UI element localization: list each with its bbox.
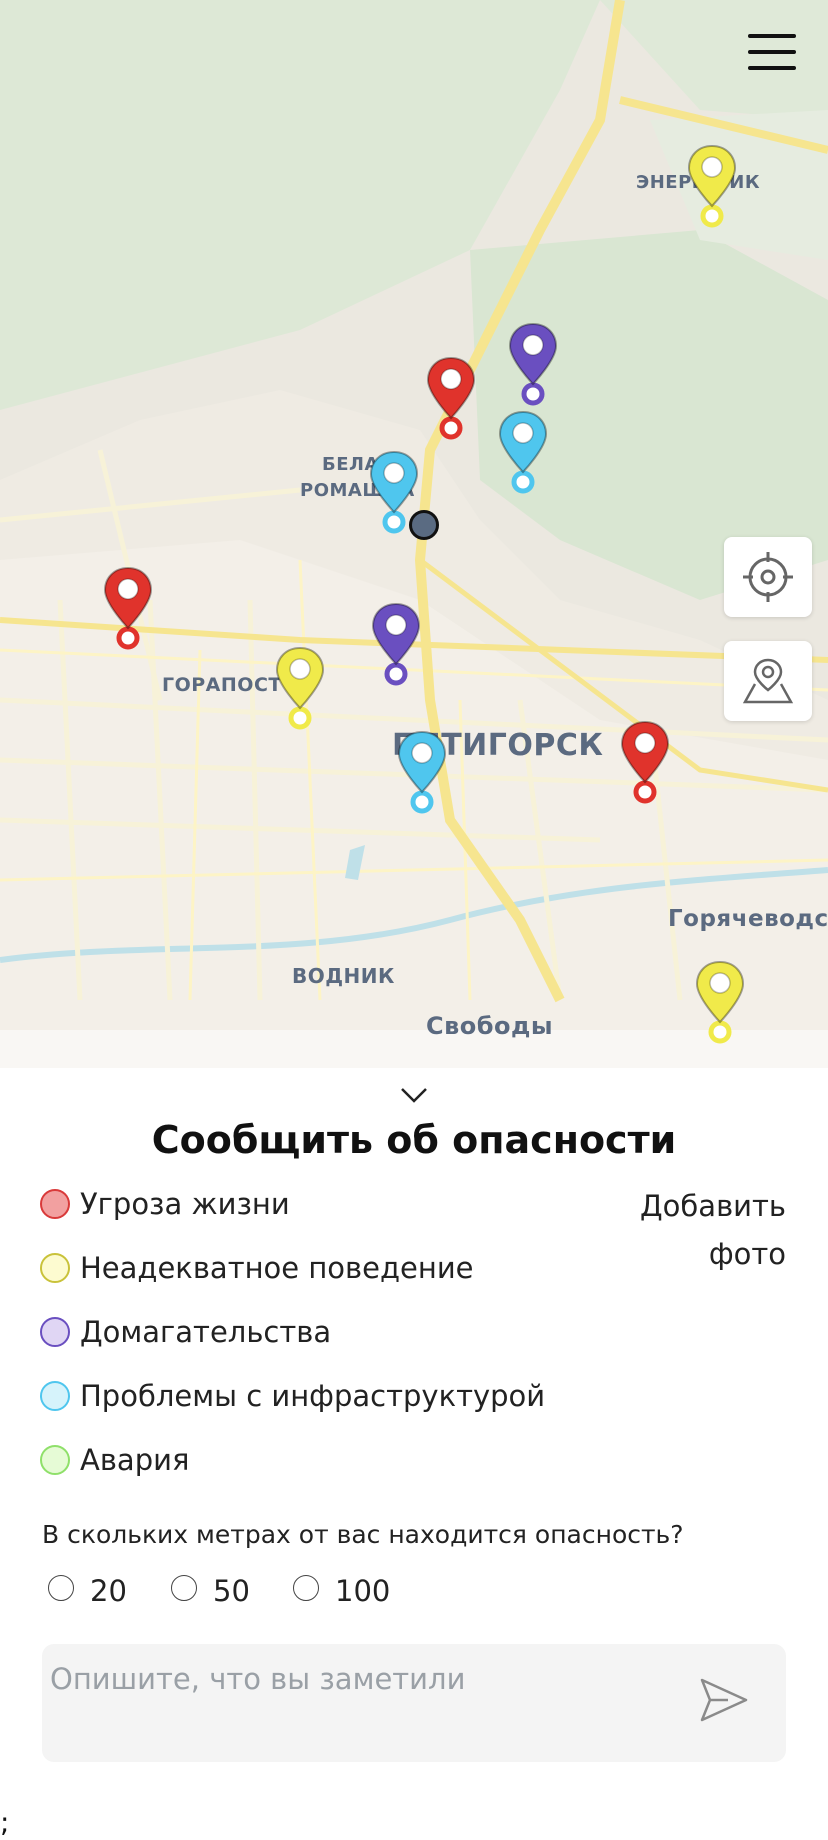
add-photo-button[interactable]: Добавить фото [586,1182,786,1278]
category-infrastructure[interactable]: Проблемы с инфраструктурой [40,1376,545,1416]
user-location-marker [409,510,439,540]
place-label: ВОДНИК [292,964,395,988]
send-icon[interactable] [698,1674,750,1726]
crosshair-icon [743,552,793,602]
danger-pin-infrastructure[interactable] [396,730,448,816]
category-life-threat[interactable]: Угроза жизни [40,1184,290,1224]
pin-marker-icon [397,730,447,814]
category-accident[interactable]: Авария [40,1440,189,1480]
pick-location-button[interactable] [724,641,812,721]
danger-pin-infrastructure[interactable] [497,410,549,496]
category-label: Угроза жизни [80,1187,290,1221]
distance-label: 20 [90,1574,127,1608]
category-harassment[interactable]: Домагательства [40,1312,331,1352]
distance-radio-50[interactable]: 50 [171,1574,250,1608]
chevron-down-icon[interactable] [400,1086,428,1104]
hamburger-menu-icon [748,66,796,70]
pin-marker-icon [275,646,325,730]
place-label: Свободы [426,1012,554,1040]
hamburger-menu-icon [748,50,796,54]
pin-marker-icon [498,410,548,494]
danger-pin-life-threat[interactable] [619,720,671,806]
footer-text: ; [0,1806,10,1839]
category-color-dot [40,1253,70,1283]
category-color-dot [40,1189,70,1219]
danger-pin-life-threat[interactable] [425,356,477,442]
danger-pin-inadequate-behavior[interactable] [686,144,738,230]
place-label: ГОРАПОСТ [162,674,282,696]
radio-circle[interactable] [171,1575,197,1601]
radio-circle[interactable] [48,1575,74,1601]
pin-marker-icon [371,602,421,686]
danger-pin-harassment[interactable] [507,322,559,408]
distance-label: 50 [213,1574,250,1608]
category-color-dot [40,1317,70,1347]
danger-pin-life-threat[interactable] [102,566,154,652]
pin-marker-icon [508,322,558,406]
hamburger-menu-icon [748,34,796,38]
pin-marker-icon [103,566,153,650]
category-label: Неадекватное поведение [80,1251,474,1285]
distance-label: 100 [335,1574,391,1608]
pin-marker-icon [620,720,670,804]
map-pin-icon [742,658,794,704]
radio-circle[interactable] [293,1575,319,1601]
pin-marker-icon [687,144,737,228]
category-color-dot [40,1381,70,1411]
menu-button[interactable] [744,34,802,78]
category-label: Авария [80,1443,190,1477]
distance-question: В скольких метрах от вас находится опасн… [42,1520,684,1549]
category-label: Проблемы с инфраструктурой [80,1379,546,1413]
page-title: Сообщить об опасности [151,1118,677,1162]
place-label: Горячеводский [668,906,828,932]
locate-me-button[interactable] [724,537,812,617]
distance-radio-20[interactable]: 20 [48,1574,127,1608]
category-label: Домагательства [80,1315,332,1349]
distance-radio-100[interactable]: 100 [293,1574,390,1608]
pin-marker-icon [426,356,476,440]
category-color-dot [40,1445,70,1475]
pin-marker-icon [695,960,745,1044]
map-view[interactable]: ЭНЕРГЕТИК БЕЛАЯ РОМАШКА ГОРАПОСТ ПЯТИГОР… [0,0,828,1068]
message-input[interactable]: Опишите, что вы заметили [42,1644,786,1762]
danger-pin-inadequate-behavior[interactable] [694,960,746,1046]
message-placeholder: Опишите, что вы заметили [50,1662,466,1696]
danger-pin-inadequate-behavior[interactable] [274,646,326,732]
danger-pin-harassment[interactable] [370,602,422,688]
category-inadequate-behavior[interactable]: Неадекватное поведение [40,1248,474,1288]
